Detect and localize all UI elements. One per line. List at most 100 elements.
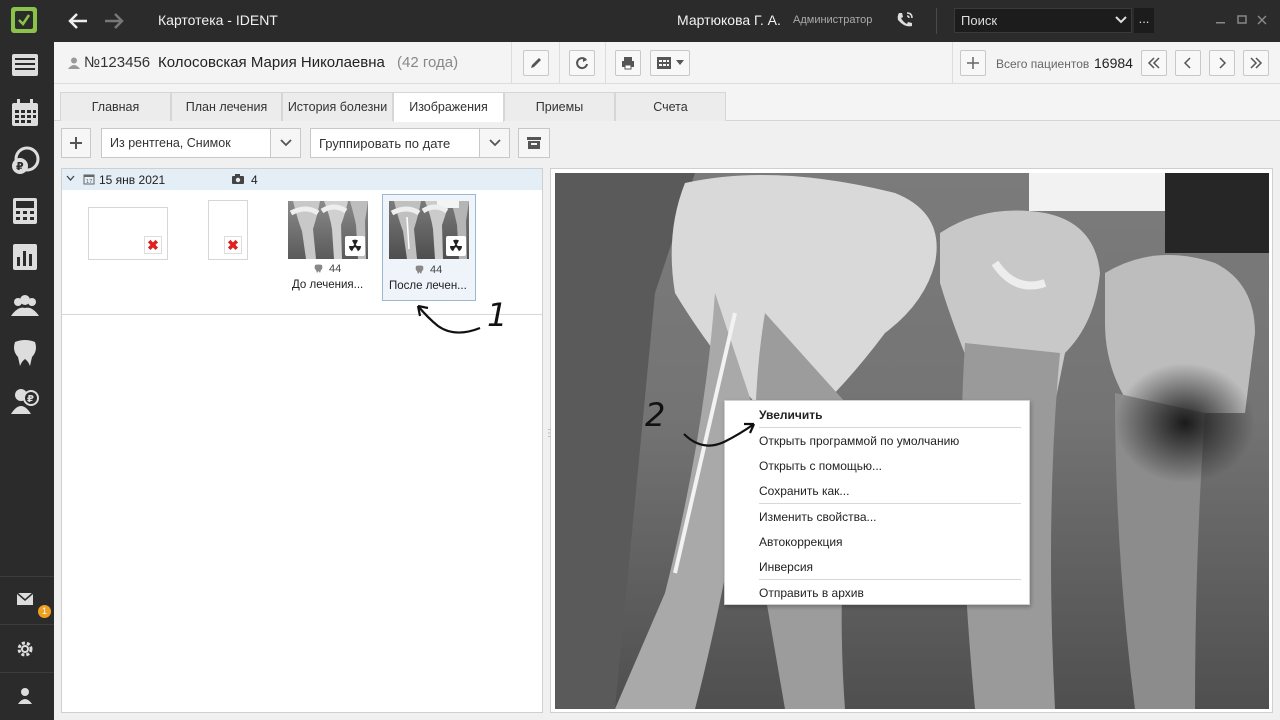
patient-age: (42 года) [397, 54, 459, 71]
tooth-number: 44 [430, 264, 443, 276]
chevron-left-icon [1183, 57, 1191, 69]
tab-main[interactable]: Главная [60, 92, 171, 121]
chevron-down-icon[interactable] [66, 175, 75, 181]
search-placeholder: Поиск [961, 13, 998, 28]
calendar-grid-icon [657, 57, 671, 69]
chevron-down-icon[interactable] [1115, 15, 1127, 25]
tab-medical-history[interactable]: История болезни [282, 92, 393, 121]
back-arrow-icon[interactable] [66, 9, 90, 33]
printer-icon [622, 57, 634, 70]
camera-icon [232, 174, 244, 184]
phone-icon[interactable] [896, 11, 916, 31]
patient-bar: №123456 Колосовская Мария Николаевна (42… [54, 42, 1280, 84]
source-filter-value: Из рентгена, Снимок [110, 136, 231, 150]
tab-invoices[interactable]: Счета [615, 92, 726, 121]
print-button[interactable] [615, 50, 641, 76]
tooth-icon [314, 264, 323, 273]
archive-button[interactable] [518, 128, 550, 158]
image-gallery: 17 15 янв 2021 4 ✖ ✖ 44 До лечения... 44… [61, 168, 543, 713]
xray-thumbnail-image[interactable] [288, 201, 368, 259]
radiation-icon [345, 236, 365, 256]
xray-thumb-selected[interactable]: 44 После лечен... [382, 194, 476, 301]
tooth-number: 44 [329, 263, 342, 275]
menu-item-zoom[interactable]: Увеличить [759, 408, 823, 422]
thumb-caption: После лечен... [389, 280, 467, 292]
radiation-icon [446, 236, 466, 256]
title-bar: Картотека - IDENT Мартюкова Г. А. Админи… [54, 0, 1280, 42]
maximize-icon[interactable] [1237, 14, 1247, 28]
notification-badge: 1 [38, 605, 51, 618]
edit-button[interactable] [523, 50, 549, 76]
person-icon [68, 57, 80, 69]
calendar-icon: 17 [83, 174, 95, 185]
pencil-icon [531, 58, 541, 68]
menu-item-save-as[interactable]: Сохранить как... [759, 484, 849, 498]
menu-item-inversion[interactable]: Инверсия [759, 560, 813, 574]
minimize-icon[interactable] [1216, 14, 1226, 28]
next-patient-button[interactable] [1209, 50, 1235, 76]
svg-text:₽: ₽ [27, 394, 34, 405]
xray-thumbnail-image[interactable] [389, 201, 469, 259]
source-filter-dropdown[interactable]: Из рентгена, Снимок [101, 128, 301, 158]
refresh-button[interactable] [569, 50, 595, 76]
chevron-right-icon [1219, 57, 1227, 69]
archive-box-icon [527, 137, 541, 149]
mail-icon[interactable] [10, 584, 40, 614]
chevron-down-icon [488, 139, 501, 147]
double-chevron-right-icon [1250, 57, 1263, 69]
chevron-down-icon [279, 139, 292, 147]
double-chevron-left-icon [1147, 57, 1160, 69]
add-patient-button[interactable] [960, 50, 986, 76]
window-title: Картотека - IDENT [158, 12, 278, 28]
refresh-icon [576, 57, 588, 70]
thumb-caption: До лечения... [292, 279, 364, 291]
last-patient-button[interactable] [1243, 50, 1269, 76]
menu-item-open-default[interactable]: Открыть программой по умолчанию [759, 434, 959, 448]
broken-image-thumb[interactable]: ✖ [88, 207, 168, 260]
schedule-dropdown-button[interactable] [650, 50, 690, 76]
broken-image-thumb[interactable]: ✖ [208, 200, 248, 260]
first-patient-button[interactable] [1141, 50, 1167, 76]
date-group-header[interactable]: 17 15 янв 2021 4 [62, 169, 542, 190]
staff-icon[interactable] [10, 291, 40, 321]
menu-item-autocorrection[interactable]: Автокоррекция [759, 535, 843, 549]
payments-icon[interactable]: ₽ [10, 146, 40, 176]
reports-icon[interactable] [10, 242, 40, 272]
menu-item-send-to-archive[interactable]: Отправить в архив [759, 586, 864, 600]
svg-text:17: 17 [86, 179, 92, 185]
plus-icon [70, 137, 82, 149]
tooth-icon [415, 265, 424, 274]
doctor-payments-icon[interactable]: ₽ [10, 386, 40, 416]
sidebar: ₽ ₽ 1 [0, 0, 54, 720]
search-more-button[interactable]: ... [1134, 8, 1154, 33]
broken-image-icon: ✖ [224, 236, 242, 254]
user-profile-icon[interactable] [10, 681, 40, 711]
patient-name: Колосовская Мария Николаевна [158, 54, 385, 71]
group-image-count: 4 [251, 173, 258, 187]
close-icon[interactable] [1257, 14, 1267, 28]
svg-text:₽: ₽ [16, 160, 24, 173]
patient-number: №123456 [84, 54, 151, 71]
group-by-value: Группировать по дате [319, 136, 451, 151]
patient-card-icon[interactable] [10, 50, 40, 80]
settings-gear-icon[interactable] [10, 634, 40, 664]
menu-item-open-with[interactable]: Открыть с помощью... [759, 459, 882, 473]
forward-arrow-icon[interactable] [102, 9, 126, 33]
prev-patient-button[interactable] [1175, 50, 1201, 76]
tab-appointments[interactable]: Приемы [504, 92, 615, 121]
tab-treatment-plan[interactable]: План лечения [171, 92, 282, 121]
plus-icon [967, 57, 979, 69]
annotation-label-1: 1 [487, 296, 508, 334]
panel-splitter[interactable]: ⋮ [544, 429, 554, 439]
tab-images[interactable]: Изображения [393, 92, 504, 122]
cash-register-icon[interactable] [10, 196, 40, 226]
add-image-button[interactable] [61, 128, 91, 158]
calendar-icon[interactable] [10, 98, 40, 128]
total-patients-label: Всего пациентов [996, 57, 1090, 71]
tooth-icon[interactable] [10, 338, 40, 368]
chevron-down-icon [676, 60, 684, 65]
ident-logo-icon[interactable] [11, 7, 37, 33]
menu-item-edit-properties[interactable]: Изменить свойства... [759, 510, 877, 524]
search-input[interactable]: Поиск [954, 8, 1132, 33]
group-by-dropdown[interactable]: Группировать по дате [310, 128, 510, 158]
